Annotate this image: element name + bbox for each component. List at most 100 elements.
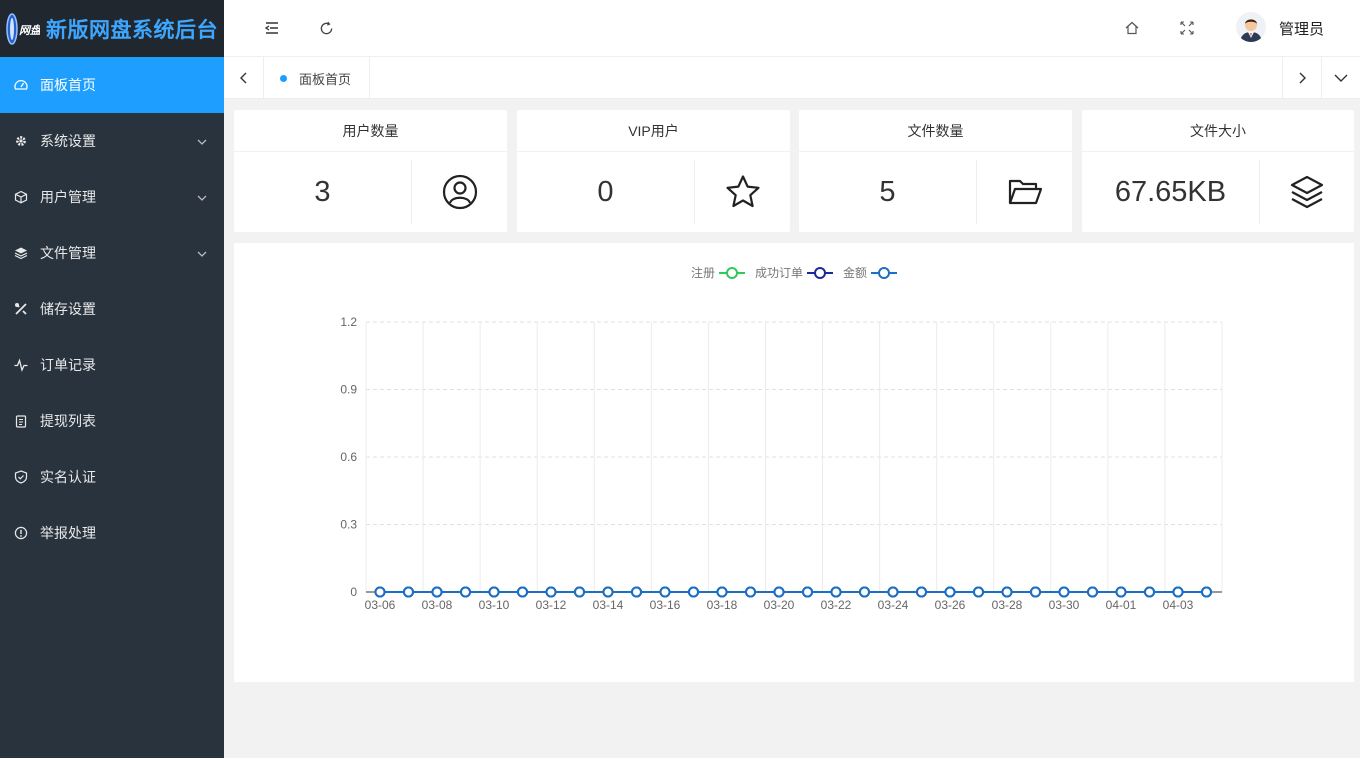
tab-label: 面板首页 <box>299 71 352 87</box>
data-point <box>887 586 899 598</box>
tab-dashboard[interactable]: 面板首页 <box>265 57 370 99</box>
x-tick-label: 03-20 <box>764 598 795 612</box>
star-icon <box>695 152 790 232</box>
sidebar-item-7[interactable]: 实名认证 <box>0 449 224 505</box>
x-tick-label: 03-14 <box>593 598 624 612</box>
shield-check-icon <box>14 470 28 484</box>
legend-swatch-marker <box>814 267 826 279</box>
stat-card-value: 67.65KB <box>1114 175 1227 208</box>
gear-icon <box>14 134 28 148</box>
x-tick-label: 03-08 <box>422 598 453 612</box>
data-point <box>1030 586 1041 598</box>
data-point <box>802 586 813 598</box>
sidebar-item-label: 储存设置 <box>40 301 96 317</box>
stat-card-title: 文件数量 <box>799 110 1072 152</box>
stat-card-body: 5 <box>799 152 1072 232</box>
data-point <box>716 586 728 598</box>
folder-open-icon <box>977 152 1072 232</box>
data-point <box>1058 586 1070 598</box>
x-tick-label: 03-16 <box>650 598 681 612</box>
tab-scroll-right-button[interactable] <box>1282 57 1322 99</box>
collapse-menu-icon[interactable] <box>260 16 284 40</box>
logo-icon: 网盘 <box>4 11 43 47</box>
fullscreen-icon[interactable] <box>1175 16 1199 40</box>
sidebar-menu: 面板首页系统设置用户管理文件管理储存设置订单记录提现列表实名认证举报处理 <box>0 57 224 561</box>
clipboard-icon <box>14 414 28 428</box>
x-tick-label: 03-24 <box>878 598 909 612</box>
y-tick-label: 1.2 <box>340 315 357 329</box>
x-tick-label: 03-28 <box>992 598 1023 612</box>
tab-scroll-left-button[interactable] <box>224 57 264 99</box>
sidebar-item-5[interactable]: 订单记录 <box>0 337 224 393</box>
refresh-icon[interactable] <box>314 16 338 40</box>
data-point <box>916 586 927 598</box>
stat-card-body: 3 <box>234 152 507 232</box>
x-tick-label: 03-30 <box>1049 598 1080 612</box>
sidebar-item-label: 文件管理 <box>40 245 96 261</box>
data-point <box>659 586 671 598</box>
data-point <box>1172 586 1184 598</box>
data-point <box>545 586 557 598</box>
chevron-down-icon <box>1334 74 1348 82</box>
admin-name[interactable]: 管理员 <box>1279 18 1324 39</box>
stat-card-value: 3 <box>314 175 331 208</box>
tab-options-button[interactable] <box>1322 57 1360 99</box>
line-chart: 0 0.3 0.6 0.9 1.2 03-06 03-08 03-10 03-12 03-14 03… <box>340 265 1223 612</box>
sidebar-item-label: 举报处理 <box>40 525 96 541</box>
sidebar-item-2[interactable]: 用户管理 <box>0 169 224 225</box>
x-tick-label: 03-10 <box>479 598 510 612</box>
info-circle-icon <box>14 526 28 540</box>
data-point <box>1115 586 1127 598</box>
user-circle-icon <box>412 152 507 232</box>
sidebar-item-label: 提现列表 <box>40 413 96 429</box>
data-point <box>631 586 642 598</box>
stat-card-title: VIP用户 <box>517 110 790 152</box>
data-point <box>745 586 756 598</box>
data-point <box>431 586 443 598</box>
data-point <box>773 586 785 598</box>
x-tick-label: 03-06 <box>365 598 396 612</box>
data-point <box>1201 586 1212 598</box>
sidebar-item-label: 用户管理 <box>40 189 96 205</box>
data-point <box>973 586 984 598</box>
sidebar-item-label: 订单记录 <box>40 357 96 373</box>
sidebar-item-4[interactable]: 储存设置 <box>0 281 224 337</box>
app-title: 新版网盘系统后台 <box>46 18 218 42</box>
x-tick-label: 03-12 <box>536 598 567 612</box>
sidebar-item-6[interactable]: 提现列表 <box>0 393 224 449</box>
y-tick-label: 0.9 <box>340 383 357 397</box>
data-point <box>517 586 528 598</box>
sidebar-item-8[interactable]: 举报处理 <box>0 505 224 561</box>
cube-icon <box>14 190 28 204</box>
stat-card-value: 0 <box>597 175 614 208</box>
layers-icon <box>14 246 28 260</box>
logo-bar: 网盘 新版网盘系统后台 <box>0 0 224 57</box>
top-header: 管理员 <box>224 0 1360 57</box>
data-point <box>1001 586 1013 598</box>
avatar[interactable] <box>1236 12 1266 42</box>
chevron-left-icon <box>239 72 246 84</box>
data-point <box>403 586 414 598</box>
stat-card: 文件大小 67.65KB <box>1082 110 1354 232</box>
tools-icon <box>14 302 28 316</box>
sidebar-item-1[interactable]: 系统设置 <box>0 113 224 169</box>
sidebar-item-label: 系统设置 <box>40 133 96 149</box>
stat-card-value: 5 <box>879 175 896 208</box>
sidebar-item-label: 面板首页 <box>40 77 96 93</box>
legend-label: 金额 <box>843 265 867 280</box>
x-tick-label: 04-01 <box>1106 598 1137 612</box>
stats-chart-panel: 0 0.3 0.6 0.9 1.2 03-06 03-08 03-10 03-12 03-14 03… <box>234 243 1354 682</box>
stat-card-body: 67.65KB <box>1082 152 1354 232</box>
chevron-down-icon <box>196 247 208 259</box>
data-point <box>574 586 585 598</box>
sidebar-item-0[interactable]: 面板首页 <box>0 57 224 113</box>
y-tick-label: 0.6 <box>340 450 357 464</box>
y-tick-label: 0 <box>350 585 357 599</box>
stat-card: 用户数量 3 <box>234 110 507 232</box>
data-point <box>374 586 386 598</box>
data-point <box>488 586 500 598</box>
data-point <box>859 586 870 598</box>
legend-swatch-marker <box>878 267 890 279</box>
home-icon[interactable] <box>1120 16 1144 40</box>
sidebar-item-3[interactable]: 文件管理 <box>0 225 224 281</box>
